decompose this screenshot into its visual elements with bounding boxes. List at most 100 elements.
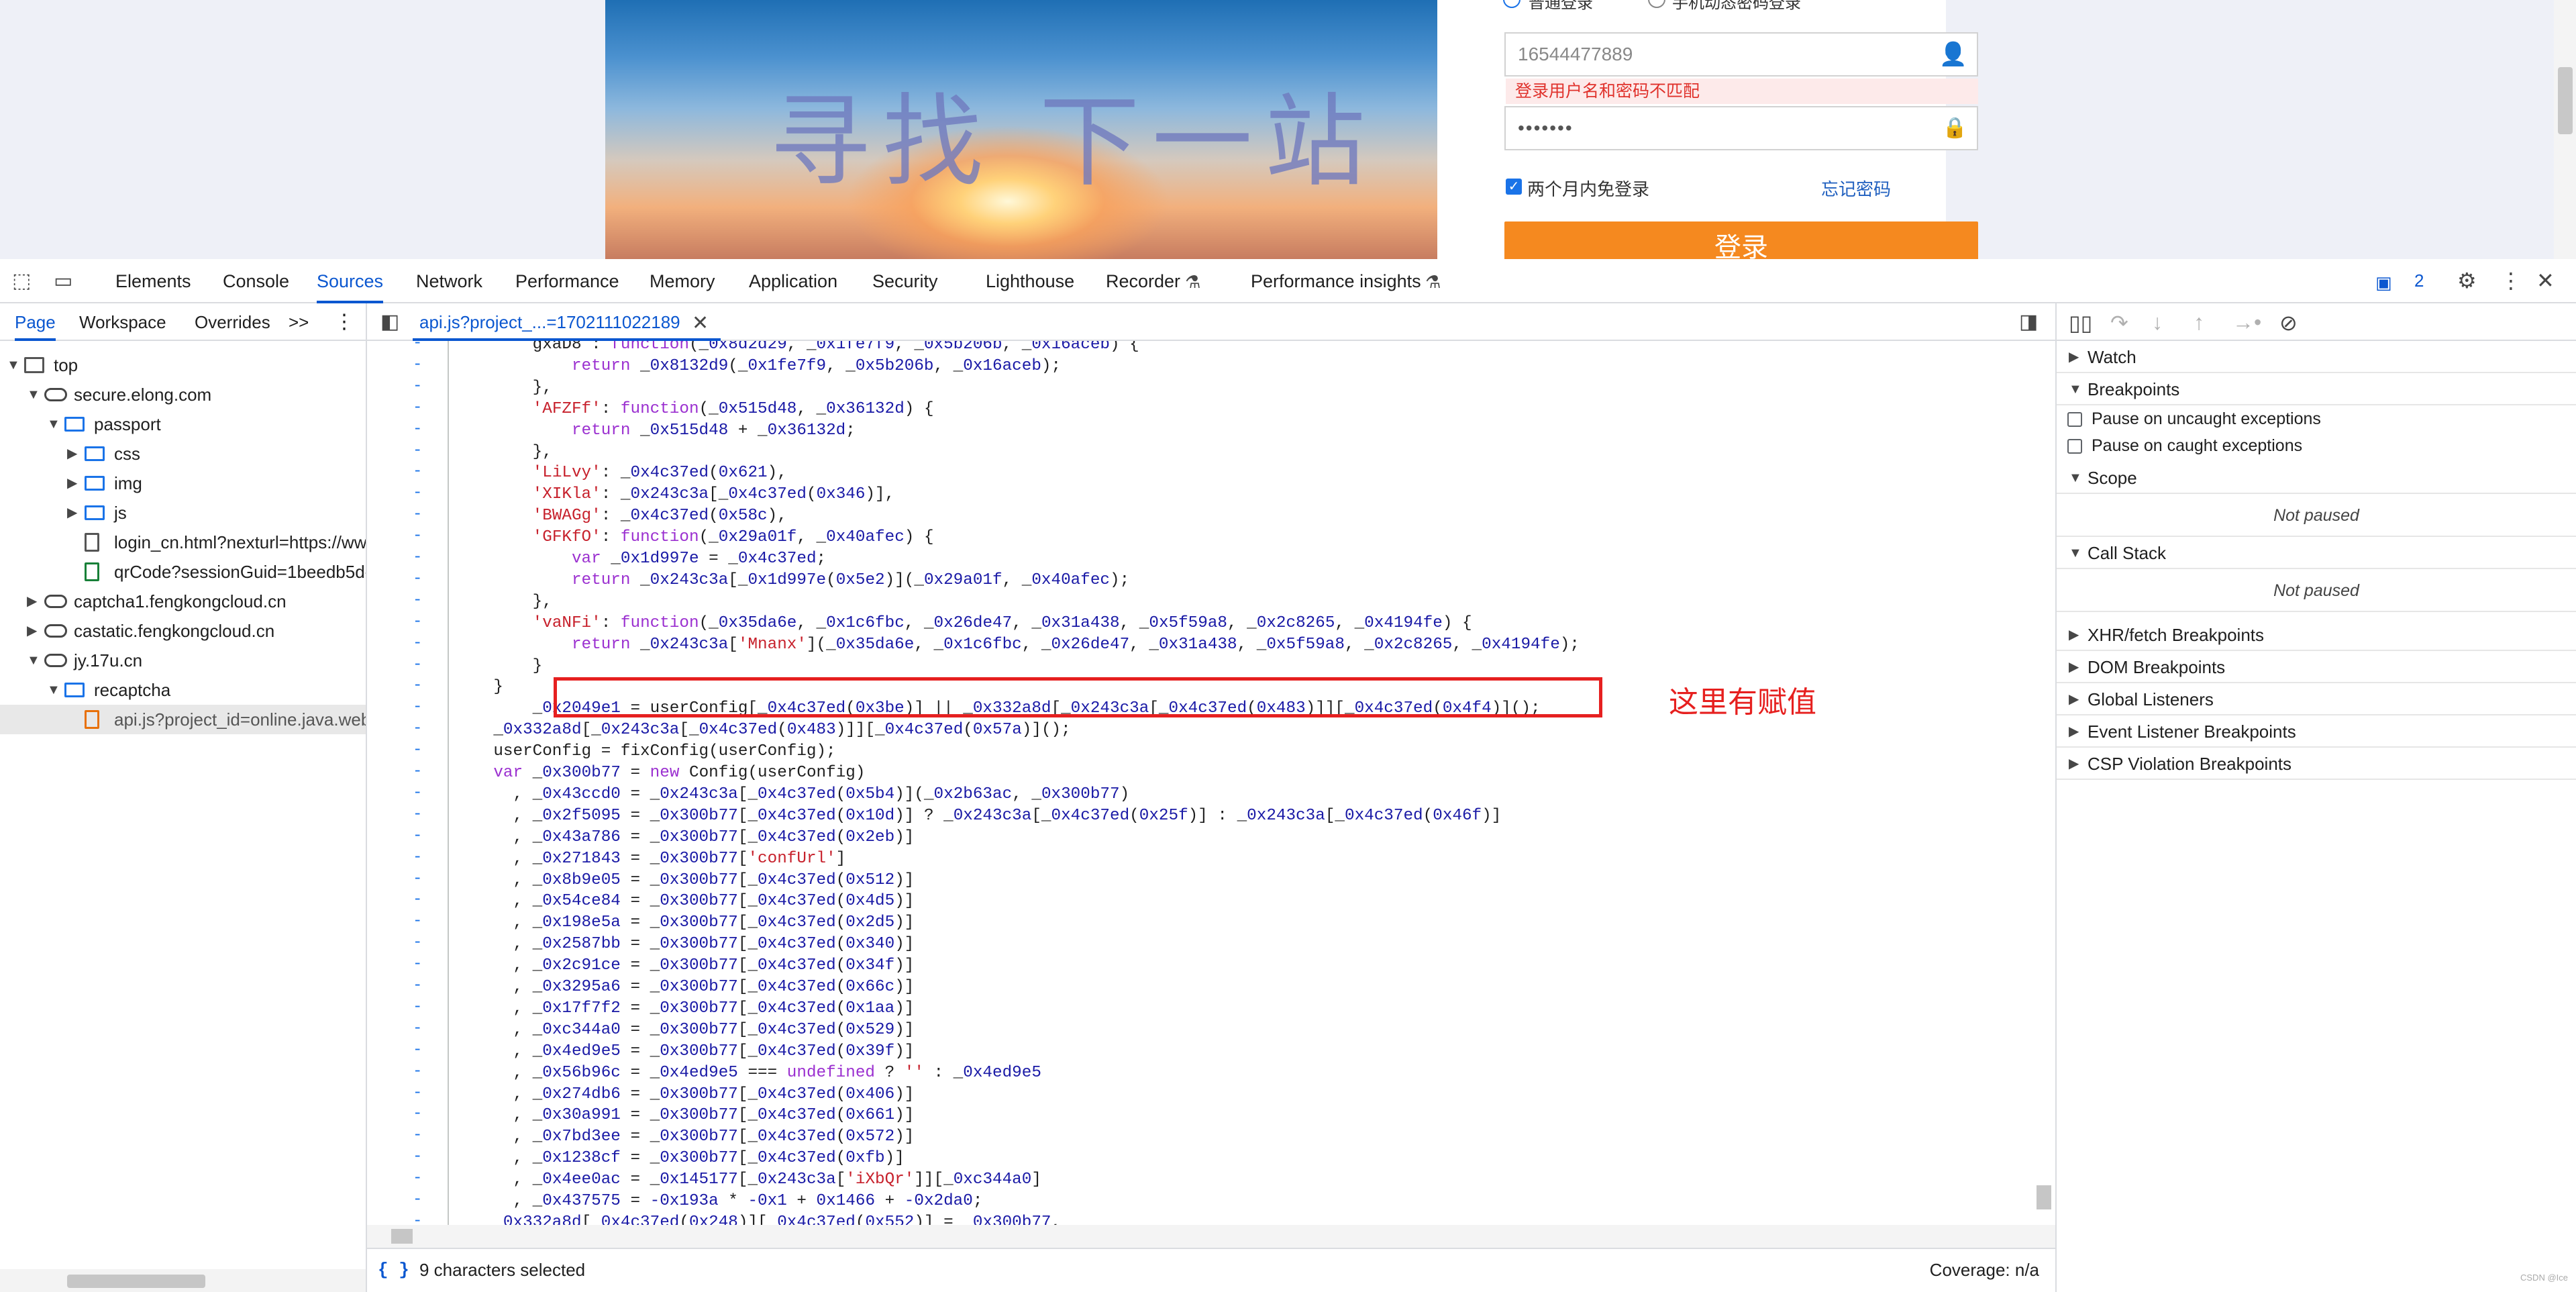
expand-right-icon[interactable]: ▶ — [2069, 619, 2079, 651]
code-line[interactable]: , _0x8b9e05 = _0x300b77[_0x4c37ed(0x512)… — [454, 870, 914, 891]
code-line[interactable]: gxaD8 : function(_0x8d2d29, _0x1fe7f9, _… — [454, 341, 1139, 356]
editor-hscrollbar-thumb[interactable] — [391, 1229, 413, 1244]
code-line[interactable]: 'vaNFi': function(_0x35da6e, _0x1c6fbc, … — [454, 613, 1472, 634]
line-marker[interactable]: - — [413, 719, 422, 738]
section-breakpoints[interactable]: ▼ Breakpoints — [2057, 373, 2576, 405]
expand-right-icon[interactable]: ▶ — [27, 587, 37, 616]
code-line[interactable]: return _0x8132d9(_0x1fe7f9, _0x5b206b, _… — [454, 356, 1061, 377]
tree-item[interactable]: ▶ js — [0, 498, 366, 528]
section-scope[interactable]: ▼ Scope — [2057, 462, 2576, 494]
line-marker[interactable]: - — [413, 462, 422, 481]
step-over-icon[interactable]: ↷ — [2110, 310, 2128, 336]
line-marker[interactable]: - — [413, 613, 422, 631]
line-marker[interactable]: - — [413, 934, 422, 952]
line-marker[interactable]: - — [413, 442, 422, 460]
expand-down-icon[interactable]: ▼ — [47, 675, 60, 705]
issues-icon[interactable]: ▣ — [2375, 272, 2392, 293]
devtools-tab-sources[interactable]: Sources — [317, 259, 384, 303]
devtools-tab-elements[interactable]: Elements — [115, 259, 191, 303]
code-line[interactable]: , _0x54ce84 = _0x300b77[_0x4c37ed(0x4d5)… — [454, 891, 914, 912]
line-marker[interactable]: - — [413, 1041, 422, 1059]
phone-input[interactable]: 16544477889 👤 — [1504, 32, 1978, 77]
code-line[interactable]: , _0x2f5095 = _0x300b77[_0x4c37ed(0x10d)… — [454, 805, 1501, 827]
code-line[interactable]: , _0x43ccd0 = _0x243c3a[_0x4c37ed(0x5b4)… — [454, 784, 1129, 805]
line-marker[interactable]: - — [413, 677, 422, 695]
tree-item[interactable]: ▶ css — [0, 439, 366, 468]
navigator-hscrollbar-thumb[interactable] — [67, 1275, 205, 1288]
line-marker[interactable]: - — [413, 548, 422, 566]
deactivate-breakpoints-icon[interactable]: ⊘ — [2279, 310, 2298, 336]
line-marker[interactable]: - — [413, 420, 422, 438]
tree-item[interactable]: login_cn.html?nexturl=https://www.elong.… — [0, 528, 366, 557]
line-marker[interactable]: - — [413, 1169, 422, 1187]
expand-down-icon[interactable]: ▼ — [7, 350, 20, 380]
code-line[interactable]: , _0x2c91ce = _0x300b77[_0x4c37ed(0x34f)… — [454, 955, 914, 977]
line-marker[interactable]: - — [413, 870, 422, 888]
code-line[interactable]: , _0x4ed9e5 = _0x300b77[_0x4c37ed(0x39f)… — [454, 1041, 914, 1062]
expand-down-icon[interactable]: ▼ — [27, 380, 40, 409]
code-line[interactable]: , _0x17f7f2 = _0x300b77[_0x4c37ed(0x1aa)… — [454, 998, 914, 1020]
tree-item[interactable]: ▶ img — [0, 468, 366, 498]
section-xhr-fetch-breakpoints[interactable]: ▶ XHR/fetch Breakpoints — [2057, 619, 2576, 651]
line-marker[interactable]: - — [413, 848, 422, 866]
issues-count[interactable]: 2 — [2414, 270, 2424, 291]
toggle-debugger-icon[interactable]: ◨ — [2019, 311, 2038, 333]
tab-overrides[interactable]: Overrides — [195, 303, 270, 341]
expand-down-icon[interactable]: ▼ — [2069, 537, 2082, 569]
code-line[interactable]: var _0x1d997e = _0x4c37ed; — [454, 548, 826, 570]
devtools-tab-memory[interactable]: Memory — [650, 259, 715, 303]
line-marker[interactable]: - — [413, 334, 422, 352]
section-csp-violation-breakpoints[interactable]: ▶ CSP Violation Breakpoints — [2057, 748, 2576, 780]
radio-sms-login[interactable] — [1648, 0, 1665, 8]
step-icon[interactable]: →• — [2232, 310, 2261, 335]
checkbox[interactable] — [2067, 412, 2082, 427]
line-marker[interactable]: - — [413, 570, 422, 588]
code-line[interactable]: }, — [454, 377, 552, 399]
expand-right-icon[interactable]: ▶ — [67, 439, 77, 468]
line-marker[interactable]: - — [413, 977, 422, 995]
pause-uncaught-checkbox[interactable]: Pause on uncaught exceptions — [2057, 405, 2576, 432]
expand-right-icon[interactable]: ▶ — [2069, 683, 2079, 715]
line-marker[interactable]: - — [413, 741, 422, 759]
line-marker[interactable]: - — [413, 356, 422, 374]
line-marker[interactable]: - — [413, 377, 422, 395]
code-view[interactable]: gxaD8 : function(_0x8d2d29, _0x1fe7f9, _… — [454, 341, 2038, 1225]
pause-caught-checkbox[interactable]: Pause on caught exceptions — [2057, 432, 2576, 459]
code-line[interactable]: _0x332a8d[_0x243c3a[_0x4c37ed(0x483)]][_… — [454, 719, 1070, 741]
line-marker[interactable]: - — [413, 1191, 422, 1209]
line-marker[interactable]: - — [413, 805, 422, 824]
tree-item[interactable]: ▼ secure.elong.com — [0, 380, 366, 409]
code-line[interactable]: , _0x3295a6 = _0x300b77[_0x4c37ed(0x66c)… — [454, 977, 914, 998]
devtools-tab-lighthouse[interactable]: Lighthouse — [986, 259, 1074, 303]
expand-right-icon[interactable]: ▶ — [2069, 748, 2079, 780]
expand-down-icon[interactable]: ▼ — [2069, 373, 2082, 405]
line-marker[interactable]: - — [413, 1020, 422, 1038]
line-marker[interactable]: - — [413, 827, 422, 845]
tree-item[interactable]: ▼ passport — [0, 409, 366, 439]
code-line[interactable]: , _0x198e5a = _0x300b77[_0x4c37ed(0x2d5)… — [454, 912, 914, 934]
navigator-hscrollbar[interactable] — [0, 1269, 366, 1292]
code-line[interactable]: , _0x30a991 = _0x300b77[_0x4c37ed(0x661)… — [454, 1105, 914, 1126]
line-marker[interactable]: - — [413, 891, 422, 909]
code-line[interactable]: return _0x515d48 + _0x36132d; — [454, 420, 856, 442]
code-line[interactable]: , _0x2587bb = _0x300b77[_0x4c37ed(0x340)… — [454, 934, 914, 955]
line-marker[interactable]: - — [413, 1084, 422, 1102]
section-event-listener-breakpoints[interactable]: ▶ Event Listener Breakpoints — [2057, 715, 2576, 748]
code-line[interactable]: , _0x274db6 = _0x300b77[_0x4c37ed(0x406)… — [454, 1084, 914, 1105]
code-line[interactable]: return _0x243c3a[_0x1d997e(0x5e2)](_0x29… — [454, 570, 1129, 591]
code-line[interactable]: 'GFKfO': function(_0x29a01f, _0x40afec) … — [454, 527, 934, 548]
section-call-stack[interactable]: ▼ Call Stack — [2057, 537, 2576, 569]
settings-gear-icon[interactable]: ⚙ — [2457, 270, 2477, 291]
toggle-navigator-icon[interactable]: ◧ — [380, 311, 399, 333]
editor-tab-api-js[interactable]: api.js?project_...=1702111022189 — [413, 303, 721, 341]
expand-down-icon[interactable]: ▼ — [2069, 462, 2082, 494]
navigator-menu-icon[interactable]: ⋮ — [334, 303, 354, 341]
more-tabs-chevron[interactable]: >> — [289, 303, 309, 341]
code-line[interactable]: , _0x43a786 = _0x300b77[_0x4c37ed(0x2eb)… — [454, 827, 914, 848]
code-line[interactable]: } — [454, 656, 543, 677]
line-marker[interactable]: - — [413, 784, 422, 802]
code-line[interactable]: }, — [454, 591, 552, 613]
expand-right-icon[interactable]: ▶ — [2069, 651, 2079, 683]
code-line[interactable]: return _0x243c3a['Mnanx'](_0x35da6e, _0x… — [454, 634, 1580, 656]
code-line[interactable]: , _0x1238cf = _0x300b77[_0x4c37ed(0xfb)] — [454, 1148, 904, 1169]
